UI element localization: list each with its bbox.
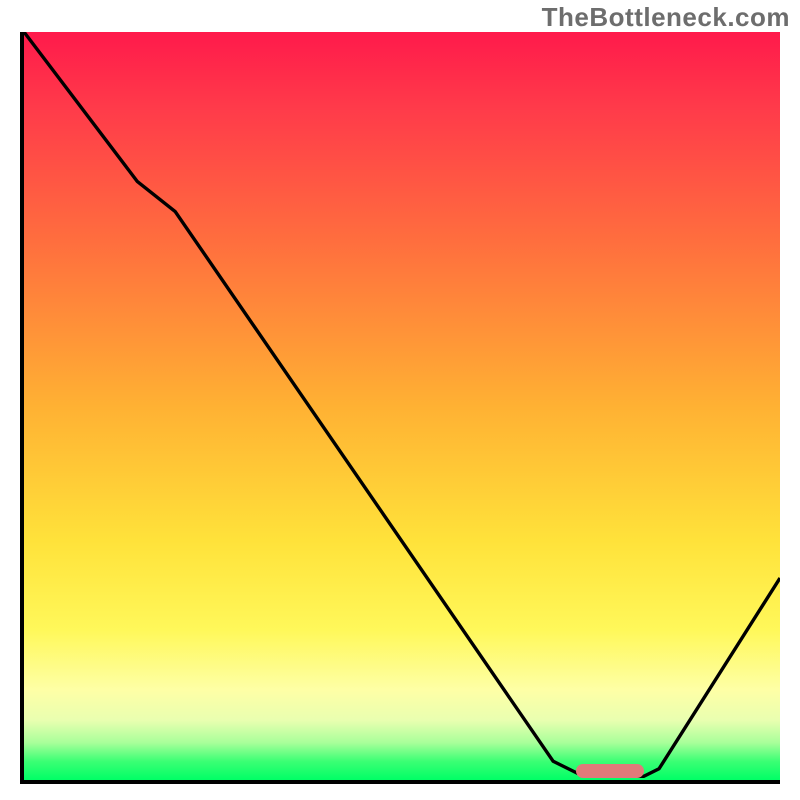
optimal-range-marker (576, 764, 644, 778)
chart-frame: TheBottleneck.com (0, 0, 800, 800)
bottleneck-curve (24, 32, 780, 780)
plot-area (20, 32, 780, 784)
watermark-text: TheBottleneck.com (542, 2, 790, 33)
